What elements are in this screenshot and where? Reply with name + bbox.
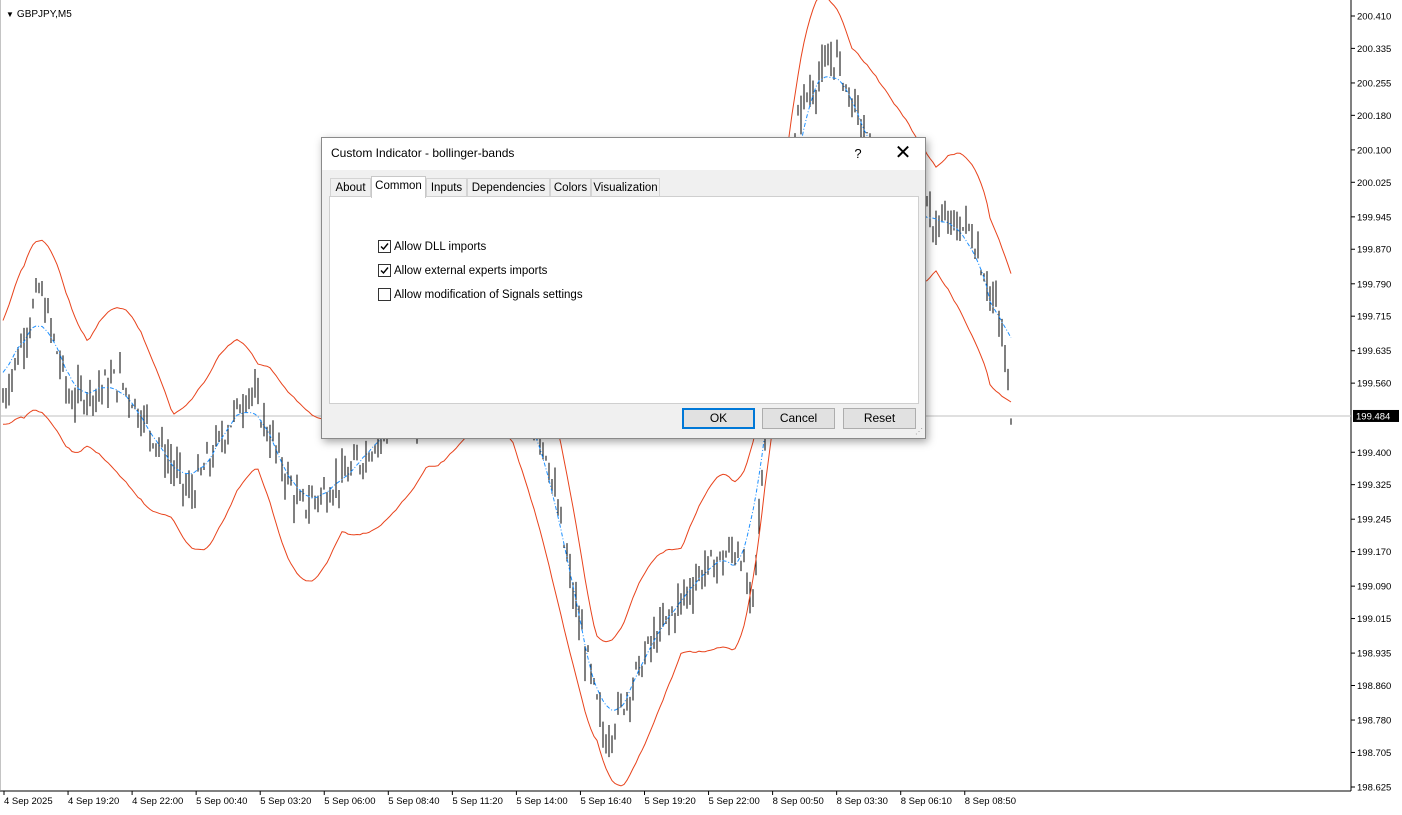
symbol-text: GBPJPY,M5 xyxy=(16,9,72,20)
time-tick-label: 4 Sep 19:20 xyxy=(68,796,119,807)
price-tick-label: 198.705 xyxy=(1357,748,1391,759)
time-tick-label: 5 Sep 00:40 xyxy=(196,796,247,807)
price-tick-label: 200.180 xyxy=(1357,111,1391,122)
dialog-titlebar[interactable]: Custom Indicator - bollinger-bands ? ✕ xyxy=(322,138,925,170)
time-tick-label: 5 Sep 14:00 xyxy=(516,796,567,807)
tab-about[interactable]: About xyxy=(330,178,371,197)
close-button[interactable]: ✕ xyxy=(888,142,918,166)
price-tick-label: 200.255 xyxy=(1357,78,1391,89)
time-tick-label: 5 Sep 08:40 xyxy=(388,796,439,807)
price-tick-label: 198.935 xyxy=(1357,649,1391,660)
time-tick-label: 8 Sep 00:50 xyxy=(773,796,824,807)
time-tick-label: 5 Sep 06:00 xyxy=(324,796,375,807)
time-tick-label: 8 Sep 08:50 xyxy=(965,796,1016,807)
tab-colors[interactable]: Colors xyxy=(550,178,591,197)
time-tick-label: 5 Sep 03:20 xyxy=(260,796,311,807)
time-tick-label: 8 Sep 06:10 xyxy=(901,796,952,807)
checkbox-box[interactable] xyxy=(378,264,391,277)
price-tick-label: 200.025 xyxy=(1357,178,1391,189)
price-tick-label: 199.790 xyxy=(1357,279,1391,290)
price-tick-label: 199.170 xyxy=(1357,547,1391,558)
price-tick-label: 198.860 xyxy=(1357,681,1391,692)
current-price-label: 199.484 xyxy=(1356,411,1390,422)
symbol-menu-icon[interactable]: ▼ xyxy=(6,10,14,19)
price-tick-label: 200.100 xyxy=(1357,145,1391,156)
time-tick-label: 5 Sep 19:20 xyxy=(645,796,696,807)
price-tick-label: 199.635 xyxy=(1357,346,1391,357)
custom-indicator-dialog: Custom Indicator - bollinger-bands ? ✕ A… xyxy=(321,137,926,439)
price-tick-label: 200.335 xyxy=(1357,44,1391,55)
price-tick-label: 199.090 xyxy=(1357,582,1391,593)
price-tick-label: 199.715 xyxy=(1357,312,1391,323)
checkbox-label: Allow DLL imports xyxy=(394,241,487,253)
cancel-button[interactable]: Cancel xyxy=(762,408,835,429)
price-tick-label: 198.780 xyxy=(1357,716,1391,727)
price-tick-label: 199.560 xyxy=(1357,379,1391,390)
price-tick-label: 199.015 xyxy=(1357,614,1391,625)
time-tick-label: 4 Sep 2025 xyxy=(4,796,53,807)
price-tick-label: 199.870 xyxy=(1357,245,1391,256)
tab-dependencies[interactable]: Dependencies xyxy=(467,178,550,197)
price-tick-label: 199.400 xyxy=(1357,448,1391,459)
dialog-title: Custom Indicator - bollinger-bands xyxy=(331,146,515,160)
tab-common[interactable]: Common xyxy=(371,176,426,198)
price-tick-label: 199.945 xyxy=(1357,212,1391,223)
time-tick-label: 5 Sep 22:00 xyxy=(709,796,760,807)
time-tick-label: 5 Sep 11:20 xyxy=(452,796,503,807)
symbol-label: ▼ GBPJPY,M5 xyxy=(6,9,72,20)
common-tab-panel: Allow DLL imports Allow external experts… xyxy=(329,196,919,404)
checkbox-box[interactable] xyxy=(378,240,391,253)
time-tick-label: 5 Sep 16:40 xyxy=(580,796,631,807)
checkbox-label: Allow modification of Signals settings xyxy=(394,289,583,301)
help-button[interactable]: ? xyxy=(844,142,872,166)
price-tick-label: 198.625 xyxy=(1357,783,1391,794)
checkbox-label: Allow external experts imports xyxy=(394,265,548,277)
price-tick-label: 199.245 xyxy=(1357,515,1391,526)
time-tick-label: 4 Sep 22:00 xyxy=(132,796,183,807)
price-tick-label: 199.325 xyxy=(1357,480,1391,491)
checkbox-box[interactable] xyxy=(378,288,391,301)
resize-grip-icon[interactable]: ⋰ xyxy=(915,427,923,436)
reset-button[interactable]: Reset xyxy=(843,408,916,429)
time-tick-label: 8 Sep 03:30 xyxy=(837,796,888,807)
tab-visualization[interactable]: Visualization xyxy=(591,178,660,197)
tab-inputs[interactable]: Inputs xyxy=(426,178,467,197)
ok-button[interactable]: OK xyxy=(682,408,755,429)
price-tick-label: 200.410 xyxy=(1357,12,1391,23)
